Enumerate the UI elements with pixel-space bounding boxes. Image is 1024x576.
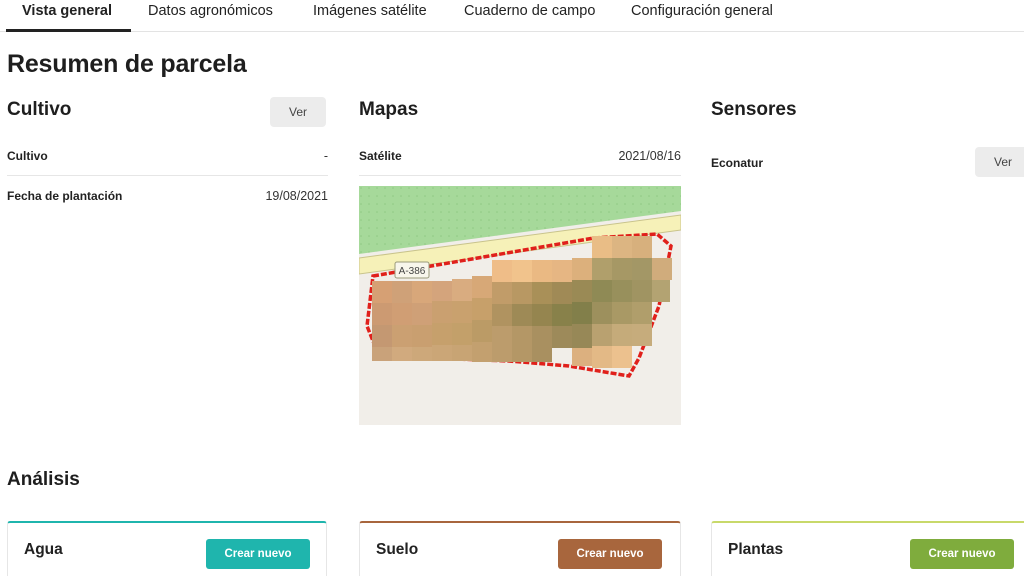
plantas-card: Plantas Crear nuevo [711, 521, 1024, 576]
econatur-sensor-label: Econatur [711, 156, 764, 170]
suelo-card: Suelo Crear nuevo [359, 521, 681, 576]
parcel-map[interactable]: A-386 [359, 186, 681, 425]
road-label: A-386 [399, 266, 426, 277]
fecha-plantacion-label: Fecha de plantación [7, 189, 123, 203]
tab-cuaderno-de-campo[interactable]: Cuaderno de campo [464, 0, 595, 32]
tab-bar: Vista general Datos agronómicos Imágenes… [0, 0, 1024, 32]
plantas-create-button[interactable]: Crear nuevo [910, 539, 1014, 569]
econatur-view-button[interactable]: Ver [975, 147, 1024, 177]
agua-card: Agua Crear nuevo [7, 521, 327, 576]
suelo-card-title: Suelo [376, 541, 419, 558]
divider [359, 175, 681, 176]
page-title: Resumen de parcela [7, 50, 247, 78]
cultivo-row-label: Cultivo [7, 149, 48, 163]
cultivo-row-value: - [323, 149, 328, 163]
satelite-row-date: 2021/08/16 [618, 149, 681, 163]
agua-card-title: Agua [24, 541, 63, 558]
tab-configuracion-general[interactable]: Configuración general [631, 0, 773, 32]
cultivo-section-title: Cultivo [7, 99, 72, 120]
cultivo-view-button[interactable]: Ver [270, 97, 326, 127]
fecha-plantacion-value: 19/08/2021 [265, 189, 328, 203]
agua-create-button[interactable]: Crear nuevo [206, 539, 310, 569]
suelo-create-button[interactable]: Crear nuevo [558, 539, 662, 569]
tab-datos-agronomicos[interactable]: Datos agronómicos [148, 0, 273, 32]
satelite-row-label: Satélite [359, 149, 402, 163]
sensores-section-title: Sensores [711, 99, 797, 120]
parcel-map-graphic: A-386 [359, 186, 681, 378]
active-tab-indicator [6, 29, 131, 32]
tab-imagenes-satelite[interactable]: Imágenes satélite [313, 0, 427, 32]
tab-vista-general[interactable]: Vista general [22, 0, 112, 32]
plantas-card-title: Plantas [728, 541, 784, 558]
analisis-section-title: Análisis [7, 469, 80, 490]
mapas-section-title: Mapas [359, 99, 419, 120]
divider [7, 175, 328, 176]
